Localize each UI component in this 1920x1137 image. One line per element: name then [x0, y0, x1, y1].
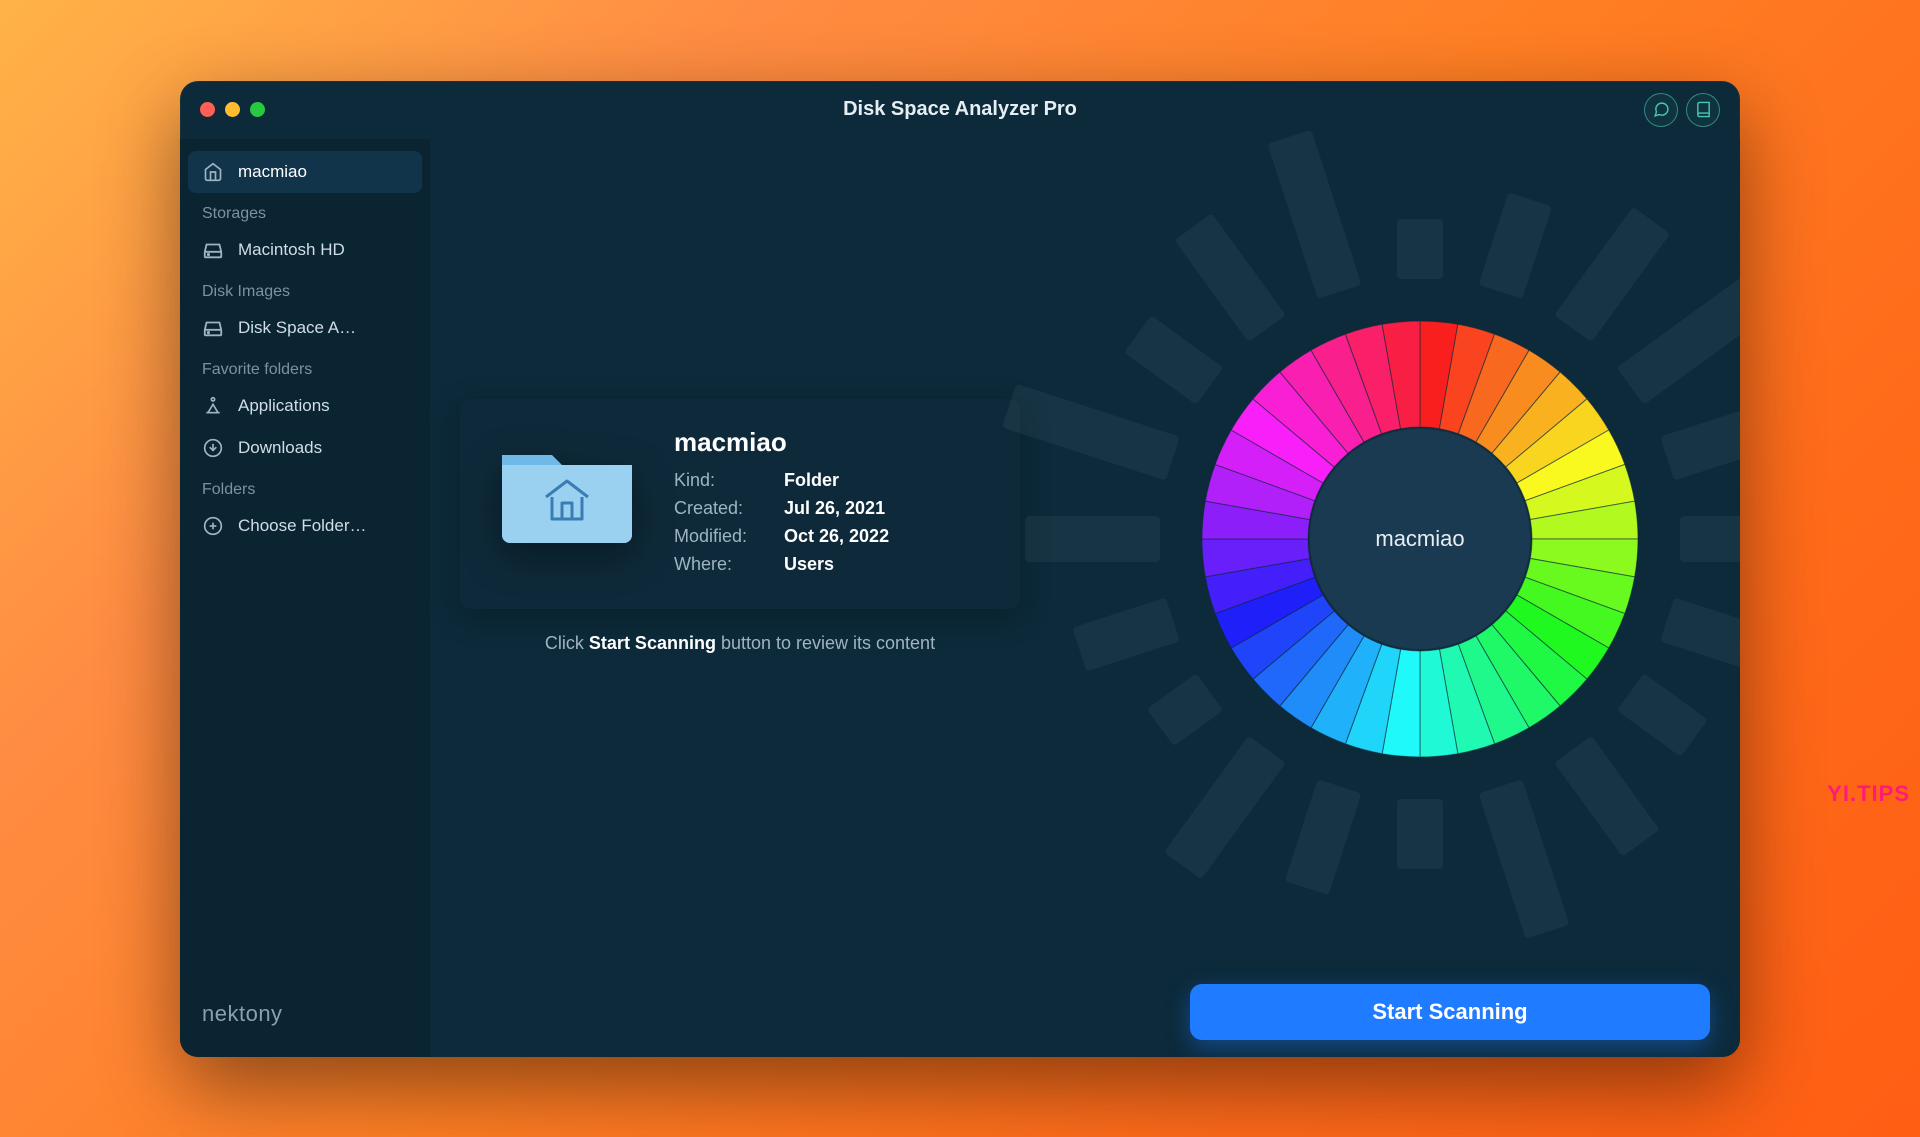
- sidebar: macmiao Storages Macintosh HD Disk Image…: [180, 139, 430, 1057]
- home-icon: [202, 161, 224, 183]
- sidebar-item-applications[interactable]: Applications: [188, 385, 422, 427]
- sidebar-header-favorite: Favorite folders: [188, 349, 422, 385]
- modified-label: Modified:: [674, 526, 784, 547]
- sidebar-item-macintosh-hd[interactable]: Macintosh HD: [188, 229, 422, 271]
- brand-logo: nektony: [188, 983, 422, 1045]
- created-value: Jul 26, 2021: [784, 498, 889, 519]
- sidebar-item-choose-folder[interactable]: Choose Folder…: [188, 505, 422, 547]
- modified-value: Oct 26, 2022: [784, 526, 889, 547]
- sidebar-item-label: Applications: [238, 396, 330, 416]
- apps-icon: [202, 395, 224, 417]
- sidebar-header-storages: Storages: [188, 193, 422, 229]
- download-icon: [202, 437, 224, 459]
- sidebar-item-disk-image[interactable]: Disk Space A…: [188, 307, 422, 349]
- created-label: Created:: [674, 498, 784, 519]
- where-value: Users: [784, 554, 889, 575]
- instruction-text: Click Start Scanning button to review it…: [460, 633, 1020, 654]
- app-title: Disk Space Analyzer Pro: [180, 98, 1740, 121]
- sidebar-item-label: Downloads: [238, 438, 322, 458]
- start-scanning-button[interactable]: Start Scanning: [1190, 984, 1710, 1040]
- watermark-text: YI.TIPS: [1827, 781, 1910, 807]
- disk-icon: [202, 317, 224, 339]
- sidebar-item-label: Disk Space A…: [238, 318, 356, 338]
- sunburst-center-label: macmiao: [1310, 429, 1530, 649]
- sidebar-item-label: Macintosh HD: [238, 240, 345, 260]
- plus-circle-icon: [202, 515, 224, 537]
- sidebar-item-home[interactable]: macmiao: [188, 151, 422, 193]
- sidebar-item-downloads[interactable]: Downloads: [188, 427, 422, 469]
- sidebar-header-disk-images: Disk Images: [188, 271, 422, 307]
- disk-icon: [202, 239, 224, 261]
- kind-value: Folder: [784, 470, 889, 491]
- sidebar-item-label: macmiao: [238, 162, 307, 182]
- sunburst-chart: macmiao: [1140, 259, 1700, 819]
- sidebar-header-folders: Folders: [188, 469, 422, 505]
- where-label: Where:: [674, 554, 784, 575]
- sidebar-item-label: Choose Folder…: [238, 516, 367, 536]
- folder-home-icon: [492, 427, 642, 547]
- folder-name: macmiao: [674, 427, 889, 458]
- title-bar: Disk Space Analyzer Pro: [180, 81, 1740, 139]
- kind-label: Kind:: [674, 470, 784, 491]
- app-window: Disk Space Analyzer Pro macmiao S: [180, 81, 1740, 1057]
- main-content: macmiao Kind: Folder Created: Jul 26, 20…: [430, 139, 1740, 1057]
- folder-info-card: macmiao Kind: Folder Created: Jul 26, 20…: [460, 399, 1020, 609]
